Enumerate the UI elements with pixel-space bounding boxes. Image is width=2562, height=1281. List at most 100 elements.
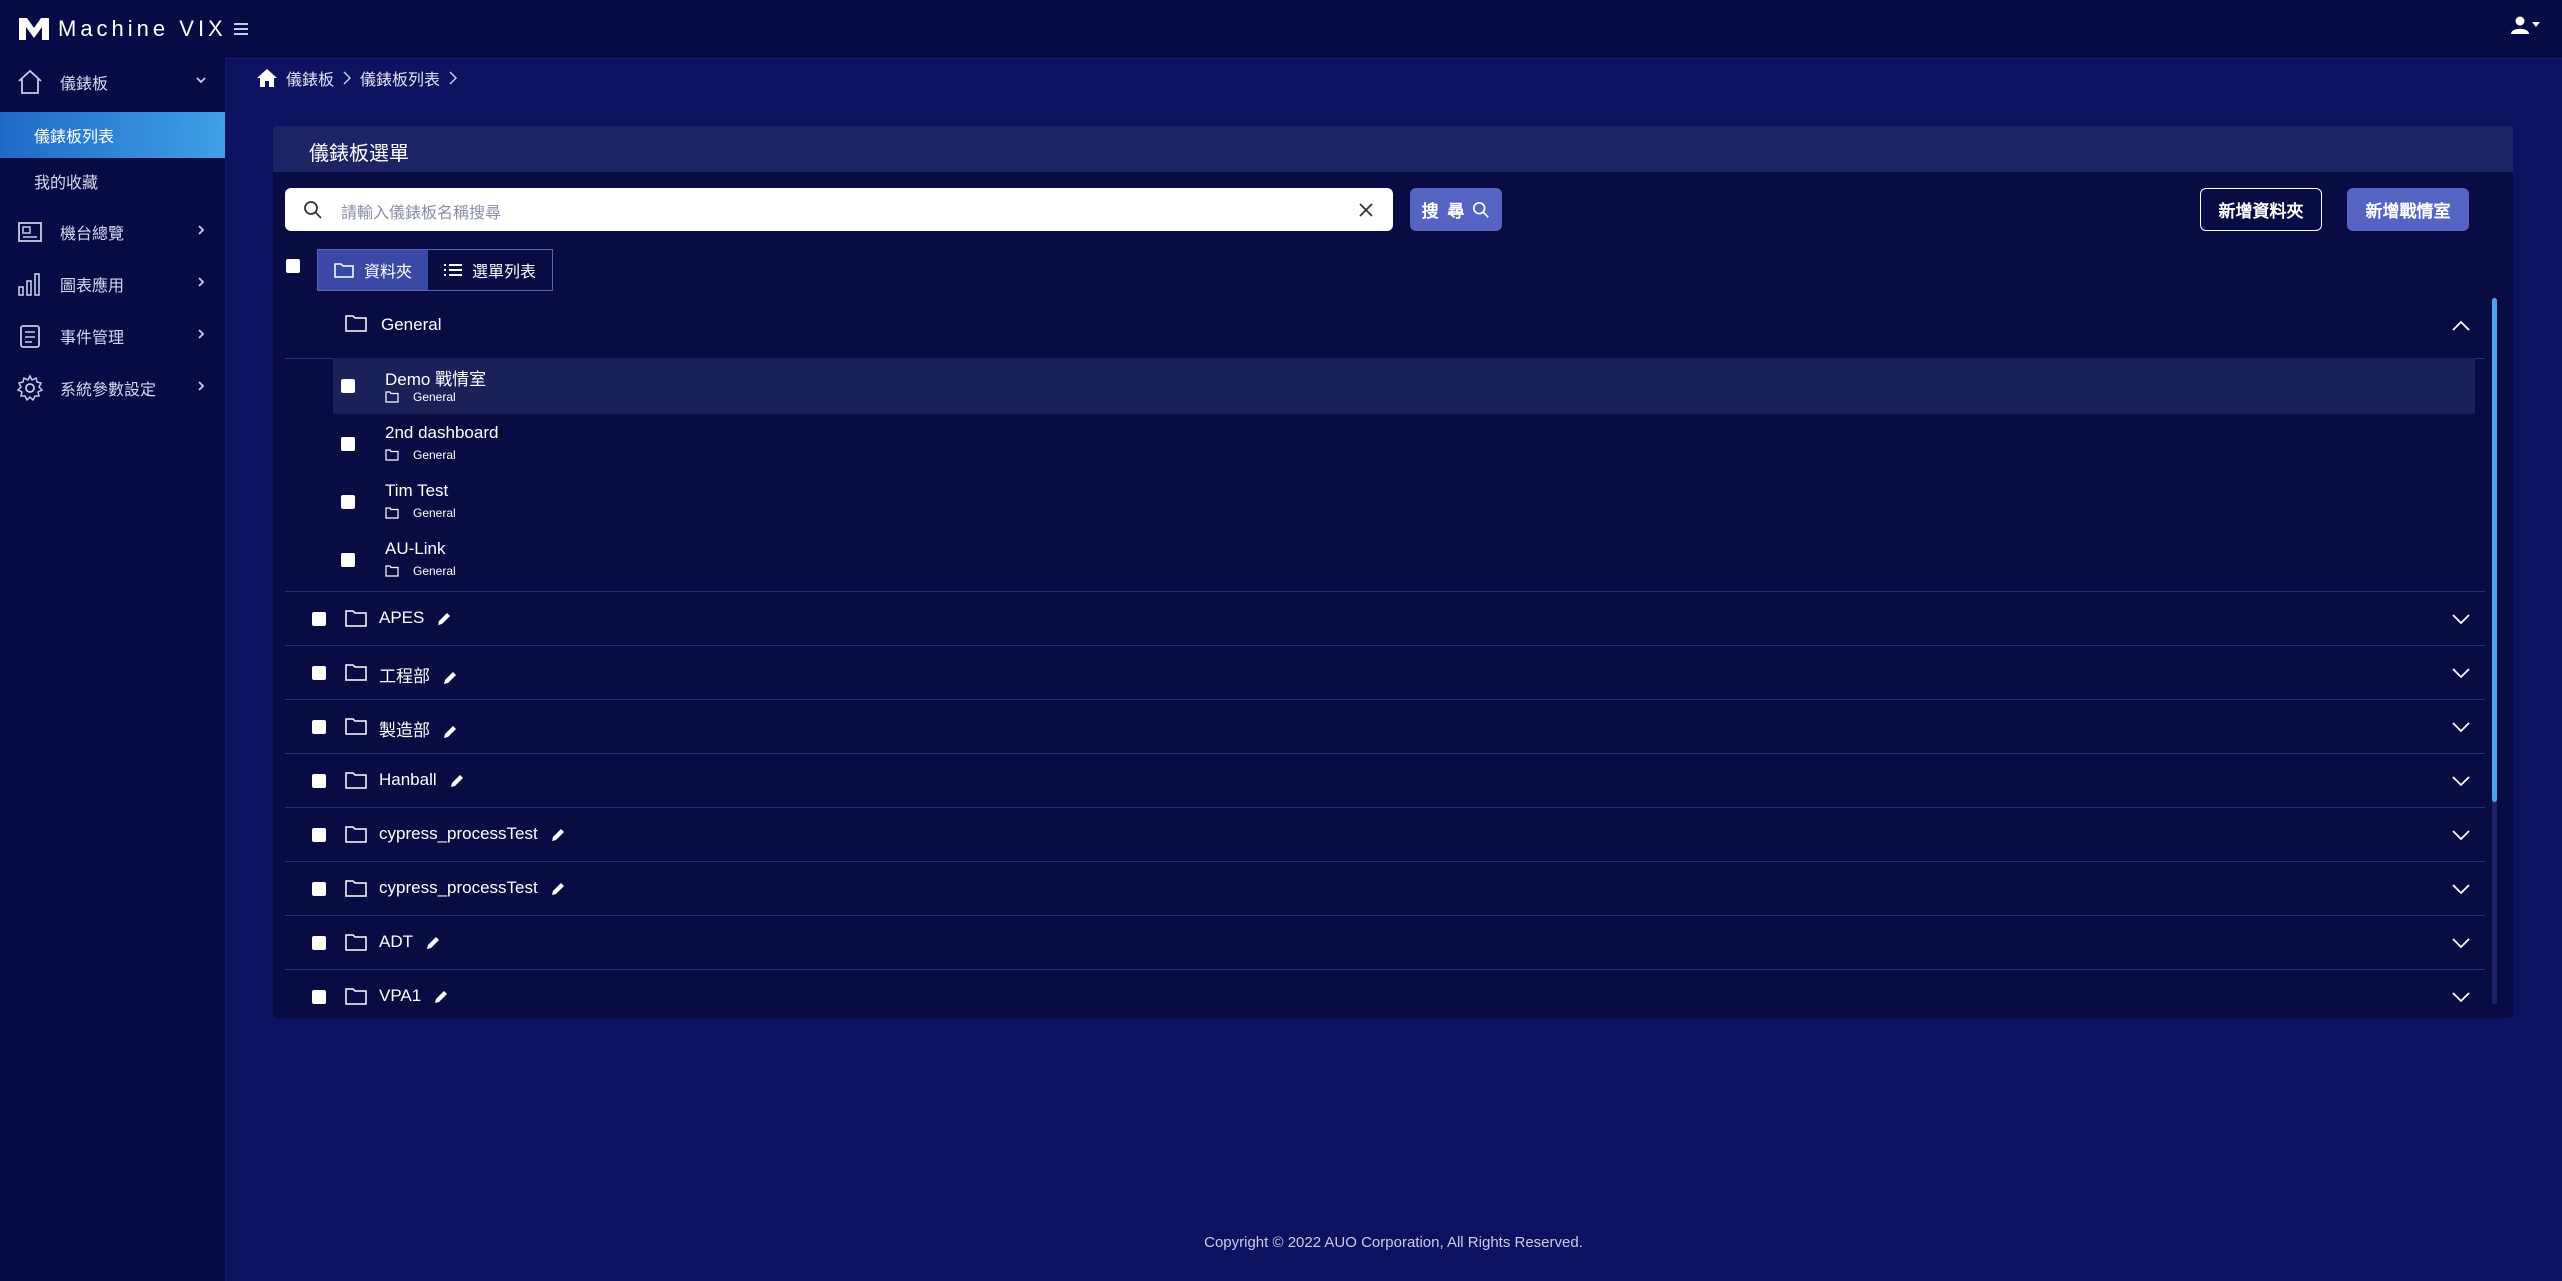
folder-name-wrap: APES [379,608,452,628]
chevron-down-icon[interactable] [2451,937,2471,949]
item-checkbox[interactable] [341,495,355,509]
view-toggle: 資料夾 選單列表 [317,249,554,291]
dashboard-item[interactable]: AU-Link General [333,532,2475,588]
folder-name-wrap: 製造部 [379,716,458,741]
search-button-label: 搜 尋 [1421,202,1467,221]
sidebar-item-chart-apps[interactable]: 圖表應用 [0,260,225,308]
chevron-down-icon[interactable] [2451,721,2471,733]
folder-checkbox[interactable] [312,774,326,788]
chevron-right-icon [198,277,205,287]
caret-down-icon [2532,22,2540,27]
folder-name-wrap: cypress_processTest [379,824,566,844]
dashboard-folder-name: General [413,390,456,404]
dashboard-item[interactable]: 2nd dashboard General [333,416,2475,472]
folder-name: 製造部 [379,721,430,740]
folder-group[interactable]: APES [285,592,2485,646]
dashboard-name: Demo 戰情室 [385,370,487,389]
gear-icon [16,374,44,402]
folder-icon [334,263,354,278]
folder-icon [345,772,367,789]
new-war-room-button[interactable]: 新增戰情室 [2347,188,2469,231]
pencil-icon[interactable] [550,881,566,897]
pencil-icon[interactable] [425,935,441,951]
folder-name: cypress_processTest [379,878,538,897]
item-checkbox[interactable] [341,437,355,451]
pencil-icon[interactable] [550,827,566,843]
folder-icon [385,507,399,519]
folder-name: VPA1 [379,986,422,1005]
sidebar-subitem-dashboard-list[interactable]: 儀錶板列表 [0,112,225,158]
folder-checkbox[interactable] [312,720,326,734]
pencil-icon[interactable] [442,724,458,740]
chevron-down-icon[interactable] [2451,613,2471,625]
chevron-down-icon[interactable] [2451,667,2471,679]
breadcrumb-item-dashboard[interactable]: 儀錶板 [286,66,334,90]
sidebar-subitem-favorites[interactable]: 我的收藏 [0,158,225,204]
logo-mark-icon [19,18,49,40]
view-list-label: 選單列表 [472,264,537,281]
list-scrollbar[interactable] [2492,298,2497,1004]
folder-group[interactable]: ADT [285,916,2485,970]
dashboard-folder-list: General Demo 戰情室 General 2nd dashboard G… [285,298,2497,1010]
view-list-button[interactable]: 選單列表 [428,250,552,290]
item-checkbox[interactable] [341,379,355,393]
folder-icon [345,664,367,681]
sidebar-item-machine-overview[interactable]: 機台總覽 [0,208,225,256]
folder-checkbox[interactable] [312,666,326,680]
search-input[interactable]: 請輸入儀錶板名稱搜尋 [285,188,1393,231]
folder-icon [345,826,367,843]
chevron-down-icon[interactable] [2451,775,2471,787]
close-icon[interactable] [1357,201,1375,219]
dashboard-name: 2nd dashboard [385,423,499,442]
breadcrumb: 儀錶板 儀錶板列表 [256,66,466,90]
panel-header: 儀錶板選單 [273,126,2513,172]
home-icon[interactable] [256,68,278,88]
sidebar-item-label: 圖表應用 [60,278,125,295]
folder-checkbox[interactable] [312,990,326,1004]
panel-title: 儀錶板選單 [309,143,409,165]
app-logo[interactable]: Machine VIX [18,16,227,42]
folder-group[interactable]: Hanball [285,754,2485,808]
dashboard-menu-panel: 儀錶板選單 請輸入儀錶板名稱搜尋 搜 尋 新增資料夾 新增戰情室 資料夾 選單列… [273,126,2513,1018]
scrollbar-thumb[interactable] [2492,298,2497,802]
pencil-icon[interactable] [449,773,465,789]
sidebar-item-system-settings[interactable]: 系統參數設定 [0,364,225,412]
sidebar-item-label: 儀錶板 [60,76,109,93]
folder-group-general[interactable]: General [285,298,2485,359]
chevron-down-icon[interactable] [2451,991,2471,1003]
folder-group[interactable]: 製造部 [285,700,2485,754]
select-all-checkbox[interactable] [286,259,300,273]
folder-icon [385,565,399,577]
view-folder-button[interactable]: 資料夾 [318,250,429,290]
search-button[interactable]: 搜 尋 [1410,188,1502,231]
dashboard-item[interactable]: Tim Test General [333,474,2475,530]
pencil-icon[interactable] [442,670,458,686]
folder-checkbox[interactable] [312,936,326,950]
new-folder-button[interactable]: 新增資料夾 [2200,188,2322,231]
dashboard-item[interactable]: Demo 戰情室 General [333,358,2475,414]
folder-checkbox[interactable] [312,828,326,842]
pencil-icon[interactable] [436,611,452,627]
chevron-up-icon[interactable] [2451,320,2471,332]
home-icon [18,69,42,94]
user-menu-button[interactable] [2511,16,2540,34]
top-bar: Machine VIX [0,0,2562,59]
folder-group[interactable]: cypress_processTest [285,808,2485,862]
folder-checkbox[interactable] [312,882,326,896]
folder-icon [385,391,399,403]
folder-group[interactable]: cypress_processTest [285,862,2485,916]
chevron-right-icon [198,329,205,339]
folder-name: ADT [379,932,413,951]
item-checkbox[interactable] [341,553,355,567]
folder-group[interactable]: VPA1 [285,970,2485,1010]
sidebar-item-event-management[interactable]: 事件管理 [0,312,225,360]
breadcrumb-item-dashboard-list[interactable]: 儀錶板列表 [360,66,440,90]
folder-group[interactable]: 工程部 [285,646,2485,700]
folder-checkbox[interactable] [312,612,326,626]
pencil-icon[interactable] [433,989,449,1005]
chevron-right-icon [198,381,205,391]
sidebar-item-dashboard[interactable]: 儀錶板 [0,58,225,106]
chevron-down-icon[interactable] [2451,829,2471,841]
hamburger-menu-icon[interactable] [234,16,248,42]
chevron-down-icon[interactable] [2451,883,2471,895]
